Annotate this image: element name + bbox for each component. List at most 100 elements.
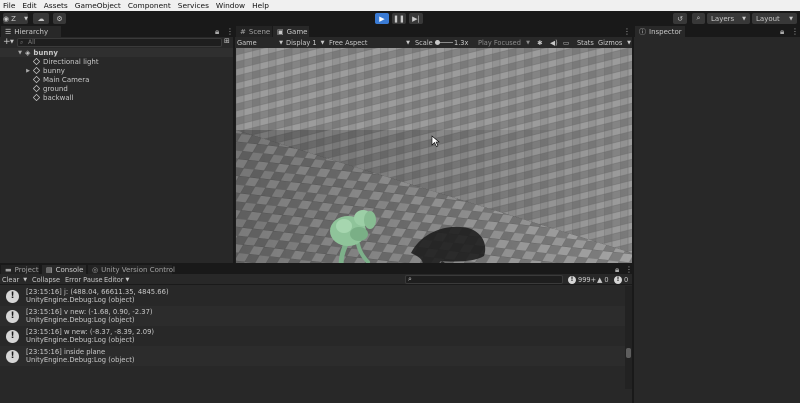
gear-icon: ⚙ [56,14,63,23]
main-toolbar: ◉ Z ▼ ☁ ⚙ ▶ ❚❚ ▶| ↺ ⌕ Layers ▼ Layout ▼ [0,11,800,26]
scale-label: Scale [415,38,433,47]
menu-help[interactable]: Help [252,1,269,10]
lock-icon[interactable]: 🔒︎ [215,27,219,37]
more-options-icon[interactable]: ⋮ [625,265,633,274]
tab-hierarchy[interactable]: ☰ Hierarchy [1,26,61,37]
expand-right-icon[interactable]: ▶ [25,68,31,74]
tab-version-control[interactable]: ◎ Unity Version Control [88,265,175,274]
search-icon: ⌕ [20,39,24,46]
chevron-down-icon: ▼ [320,39,325,46]
console-scroll-thumb[interactable] [626,348,631,358]
menu-window[interactable]: Window [216,1,245,10]
version-control-icon: ◎ [92,265,99,274]
collapse-button[interactable]: Collapse [32,274,60,285]
unity-scene-icon: ◈ [25,48,31,57]
scene-filter-icon[interactable]: ⊞ [224,37,230,45]
settings-button[interactable]: ⚙ [53,13,66,24]
stats-button[interactable]: Stats [577,37,594,48]
gameobject-icon [32,93,41,102]
chevron-down-icon: ▼ [10,39,14,45]
game-viewport[interactable] [236,48,632,263]
play-focused-dropdown[interactable]: Play Focused ▼ [478,37,530,48]
menu-component[interactable]: Component [128,1,171,10]
scale-value: 1.3x [454,38,469,47]
editor-dropdown[interactable]: Editor ▼ [104,274,129,285]
hierarchy-panel: ☰ Hierarchy 🔒︎ ⋮ + ▼ ⌕ All ⊞ ▼ ◈ bunny D… [0,26,234,263]
tree-item[interactable]: Directional light [0,57,233,66]
play-button[interactable]: ▶ [375,13,389,24]
inspector-tabbar: ⓘ Inspector 🔒︎ ⋮ [634,26,800,37]
console-toolbar: Clear ▼ Collapse Error Pause Editor ▼ ⌕ … [0,274,632,285]
log-entry[interactable]: ! [23:15:16] v new: (-1.68, 0.90, -2.37)… [0,306,625,326]
chevron-down-icon: ▼ [279,39,283,46]
gameobject-icon [32,66,41,75]
info-icon: ! [6,329,19,343]
cloud-button[interactable]: ☁ [33,13,49,24]
game-control-bar: Game ▼ Display 1 ▼ Free Aspect ▼ Scale 1… [235,37,632,48]
account-dropdown[interactable]: ◉ Z ▼ [3,13,28,24]
search-icon: ⌕ [696,14,701,22]
more-options-icon[interactable]: ⋮ [791,27,799,36]
display-dropdown[interactable]: Display 1 ▼ [286,37,325,48]
menu-file[interactable]: File [3,1,15,10]
tab-scene[interactable]: # Scene [236,26,272,37]
aspect-dropdown[interactable]: Free Aspect ▼ [329,37,410,48]
menu-gameobject[interactable]: GameObject [75,1,121,10]
play-icon: ▶ [379,14,385,23]
tab-project[interactable]: ▬ Project [1,265,39,274]
game-mode-dropdown[interactable]: Game ▼ [237,37,283,48]
search-button[interactable]: ⌕ [692,13,705,24]
layout-dropdown[interactable]: Layout ▼ [752,13,797,24]
tab-game[interactable]: ▣ Game [273,26,309,37]
info-icon: ! [568,275,576,284]
log-count-toggle[interactable]: ! 999+ [568,274,596,285]
expand-down-icon[interactable]: ▼ [17,50,23,56]
lock-icon[interactable]: 🔒︎ [780,27,784,37]
error-pause-button[interactable]: Error Pause [65,274,103,285]
tree-item[interactable]: ▶ bunny [0,66,233,75]
tree-item[interactable]: Main Camera [0,75,233,84]
gamepad-icon: ▣ [277,27,284,36]
layers-dropdown[interactable]: Layers ▼ [707,13,750,24]
scene-tab-icon: # [240,27,246,36]
tree-item[interactable]: ground [0,84,233,93]
menu-edit[interactable]: Edit [22,1,36,10]
speaker-icon[interactable]: ◀) [550,37,558,48]
warning-count-toggle[interactable]: ▲ 0 [597,274,609,285]
tab-inspector[interactable]: ⓘ Inspector [635,26,685,37]
chevron-down-icon: ▼ [742,15,746,22]
hierarchy-tabbar: ☰ Hierarchy 🔒︎ ⋮ [0,26,234,37]
info-icon: ! [6,349,19,363]
info-icon: ⓘ [639,27,646,36]
hierarchy-search-input[interactable]: ⌕ All [17,38,222,47]
menu-assets[interactable]: Assets [44,1,68,10]
history-button[interactable]: ↺ [673,13,687,24]
search-icon: ⌕ [408,275,412,283]
scale-slider-handle[interactable] [435,40,440,45]
console-icon: ▤ [46,265,53,274]
step-button[interactable]: ▶| [409,13,423,24]
cloud-icon: ☁ [37,14,45,23]
history-icon: ↺ [677,14,683,23]
log-entry[interactable]: ! [23:15:16] inside plane UnityEngine.De… [0,346,625,366]
log-entry[interactable]: ! [23:15:16] w new: (-8.37, -8.39, 2.09)… [0,326,625,346]
gizmos-dropdown[interactable]: Gizmos ▼ [598,37,631,48]
log-entry[interactable]: ! [23:15:16] j: (488.04, 66611.35, 4845.… [0,286,625,306]
console-scrollbar[interactable] [625,286,632,389]
tree-scene-row[interactable]: ▼ ◈ bunny [0,48,233,57]
clear-dropdown[interactable]: Clear ▼ [2,274,27,285]
more-options-icon[interactable]: ⋮ [623,27,631,36]
tree-item[interactable]: backwall [0,93,233,102]
console-search-input[interactable]: ⌕ [405,275,563,284]
warning-icon: ▲ [597,275,603,284]
gameobject-icon [32,84,41,93]
error-count-toggle[interactable]: ! 0 [614,274,628,285]
menu-services[interactable]: Services [178,1,209,10]
chevron-down-icon: ▼ [125,276,130,283]
tab-console[interactable]: ▤ Console [42,265,86,274]
game-view-panel: # Scene ▣ Game ⋮ Game ▼ Display 1 ▼ Free… [235,26,632,263]
bug-icon[interactable]: ✱ [537,37,543,48]
screen-icon[interactable]: ▭ [563,37,569,48]
pause-button[interactable]: ❚❚ [392,13,406,24]
scene-name: bunny [33,48,58,57]
